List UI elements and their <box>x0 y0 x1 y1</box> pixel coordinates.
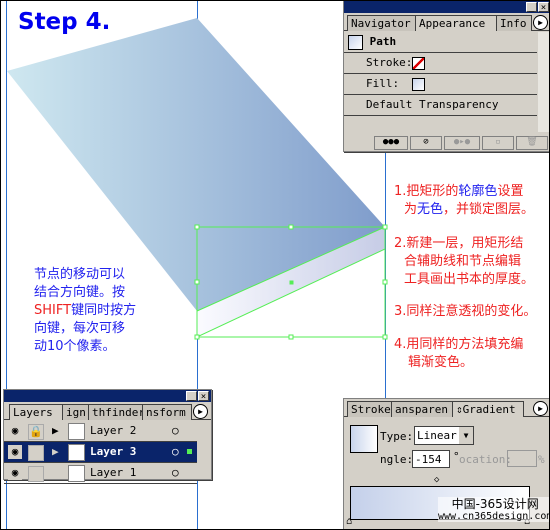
percent-label: % <box>538 453 545 466</box>
tab-info[interactable]: Info <box>496 15 532 31</box>
selection-square-icon[interactable] <box>187 449 192 454</box>
minimize-button[interactable]: _ <box>526 2 537 13</box>
tab-layers[interactable]: Layers <box>9 404 65 420</box>
gradient-panel: Stroke ansparen ⇕Gradient ▶ Type: Linear… <box>343 398 549 529</box>
angle-label: ngle: <box>380 453 414 466</box>
layer-thumbnail <box>68 465 85 482</box>
scrollbar[interactable] <box>538 32 549 132</box>
visibility-eye-icon[interactable]: ◉ <box>8 445 22 459</box>
panel-titlebar[interactable]: _ × <box>4 390 211 402</box>
fill-gradient-swatch[interactable] <box>412 77 426 91</box>
layers-panel: _ × Layers ign thfinder nsform ▶ ◉ 🔒 ▶ L… <box>3 389 212 484</box>
layer-thumbnail <box>68 423 85 440</box>
type-select[interactable]: Linear ▼ <box>414 426 474 445</box>
layer-name: Layer 1 <box>90 466 137 479</box>
visibility-eye-icon[interactable]: ◉ <box>8 424 22 438</box>
layer-row[interactable]: ◉ Layer 1 ○ <box>4 463 197 484</box>
trash-icon[interactable]: 🗑 <box>516 136 548 150</box>
duplicate-item-icon[interactable]: ▫ <box>482 136 514 150</box>
layer-thumbnail <box>68 444 85 461</box>
midpoint-diamond-icon[interactable]: ◇ <box>434 475 439 485</box>
expand-triangle-icon[interactable]: ▶ <box>52 442 59 462</box>
instruction-3: 3.同样注意透视的变化。 <box>394 304 537 319</box>
appearance-stroke-row[interactable]: Stroke: <box>344 53 537 74</box>
lock-toggle[interactable] <box>28 466 44 482</box>
chevron-down-icon[interactable]: ▼ <box>459 427 473 444</box>
tab-transparency[interactable]: ansparen <box>391 401 457 417</box>
location-input[interactable] <box>507 450 537 467</box>
instruction-2: 2.新建一层，用矩形结 合辅助线和节点编辑 工具画出书本的厚度。 <box>394 236 535 287</box>
layer-row[interactable]: ◉ 🔒 ▶ Layer 2 ○ <box>4 421 197 442</box>
tab-pathfinder[interactable]: thfinder <box>88 404 146 420</box>
new-art-basic-icon[interactable]: ●●● <box>374 136 408 150</box>
panel-menu-button[interactable]: ▶ <box>193 404 208 419</box>
close-button[interactable]: × <box>198 391 209 402</box>
path-thumbnail <box>348 34 363 50</box>
lock-icon[interactable]: 🔒 <box>28 424 44 440</box>
canvas: Step 4. 1.把矩形的轮廓色设置 为无色，并锁定图层。 2.新建一层，用矩… <box>0 0 550 530</box>
panel-menu-button[interactable]: ▶ <box>533 15 548 30</box>
watermark: 中国-365设计网 www.cn365design.com <box>438 497 549 522</box>
tab-gradient[interactable]: ⇕Gradient <box>452 401 524 417</box>
instruction-4: 4.用同样的方法填充编 辑渐变色。 <box>394 337 524 370</box>
gradient-stop-left[interactable]: ⌂ <box>346 516 352 527</box>
appearance-toolbar: ●●● ⊘ ●▸● ▫ 🗑 <box>374 136 548 150</box>
target-circle-icon[interactable]: ○ <box>172 442 179 462</box>
angle-input[interactable] <box>412 450 450 468</box>
expand-triangle-icon[interactable]: ▶ <box>52 421 59 441</box>
appearance-transparency-row[interactable]: Default Transparency <box>344 95 537 116</box>
reduce-basic-icon[interactable]: ●▸● <box>444 136 480 150</box>
panel-menu-button[interactable]: ▶ <box>533 401 548 416</box>
tab-navigator[interactable]: Navigator <box>347 15 419 31</box>
tip-text: 节点的移动可以 结合方向键。按 SHIFT键同时按方 向键，每次可移 动10个像素。 <box>34 267 137 354</box>
appearance-path-row[interactable]: Path <box>344 32 537 53</box>
panel-titlebar[interactable]: _ × <box>344 1 549 13</box>
gradient-preview-swatch <box>350 425 378 453</box>
close-button[interactable]: × <box>538 2 549 13</box>
target-circle-icon[interactable]: ○ <box>172 421 179 441</box>
tab-appearance[interactable]: Appearance <box>415 15 499 31</box>
tab-stroke[interactable]: Stroke <box>347 401 395 417</box>
lock-toggle[interactable] <box>28 445 44 461</box>
minimize-button[interactable]: _ <box>186 391 197 402</box>
layer-name: Layer 2 <box>90 424 137 437</box>
tab-transform[interactable]: nsform <box>142 404 192 420</box>
location-label: ocation: <box>459 453 512 466</box>
layer-name: Layer 3 <box>90 445 137 458</box>
layer-row[interactable]: ◉ ▶ Layer 3 ○ <box>4 442 197 463</box>
clear-appearance-icon[interactable]: ⊘ <box>410 136 442 150</box>
type-label: Type: <box>380 430 414 443</box>
instruction-1: 1.把矩形的轮廓色设置 为无色，并锁定图层。 <box>394 184 535 217</box>
stroke-none-swatch[interactable] <box>412 56 426 70</box>
appearance-panel: _ × Navigator Appearance Info ▶ Path Str… <box>343 1 549 152</box>
visibility-eye-icon[interactable]: ◉ <box>8 466 22 480</box>
target-circle-icon[interactable]: ○ <box>172 463 179 483</box>
appearance-fill-row[interactable]: Fill: <box>344 74 537 95</box>
